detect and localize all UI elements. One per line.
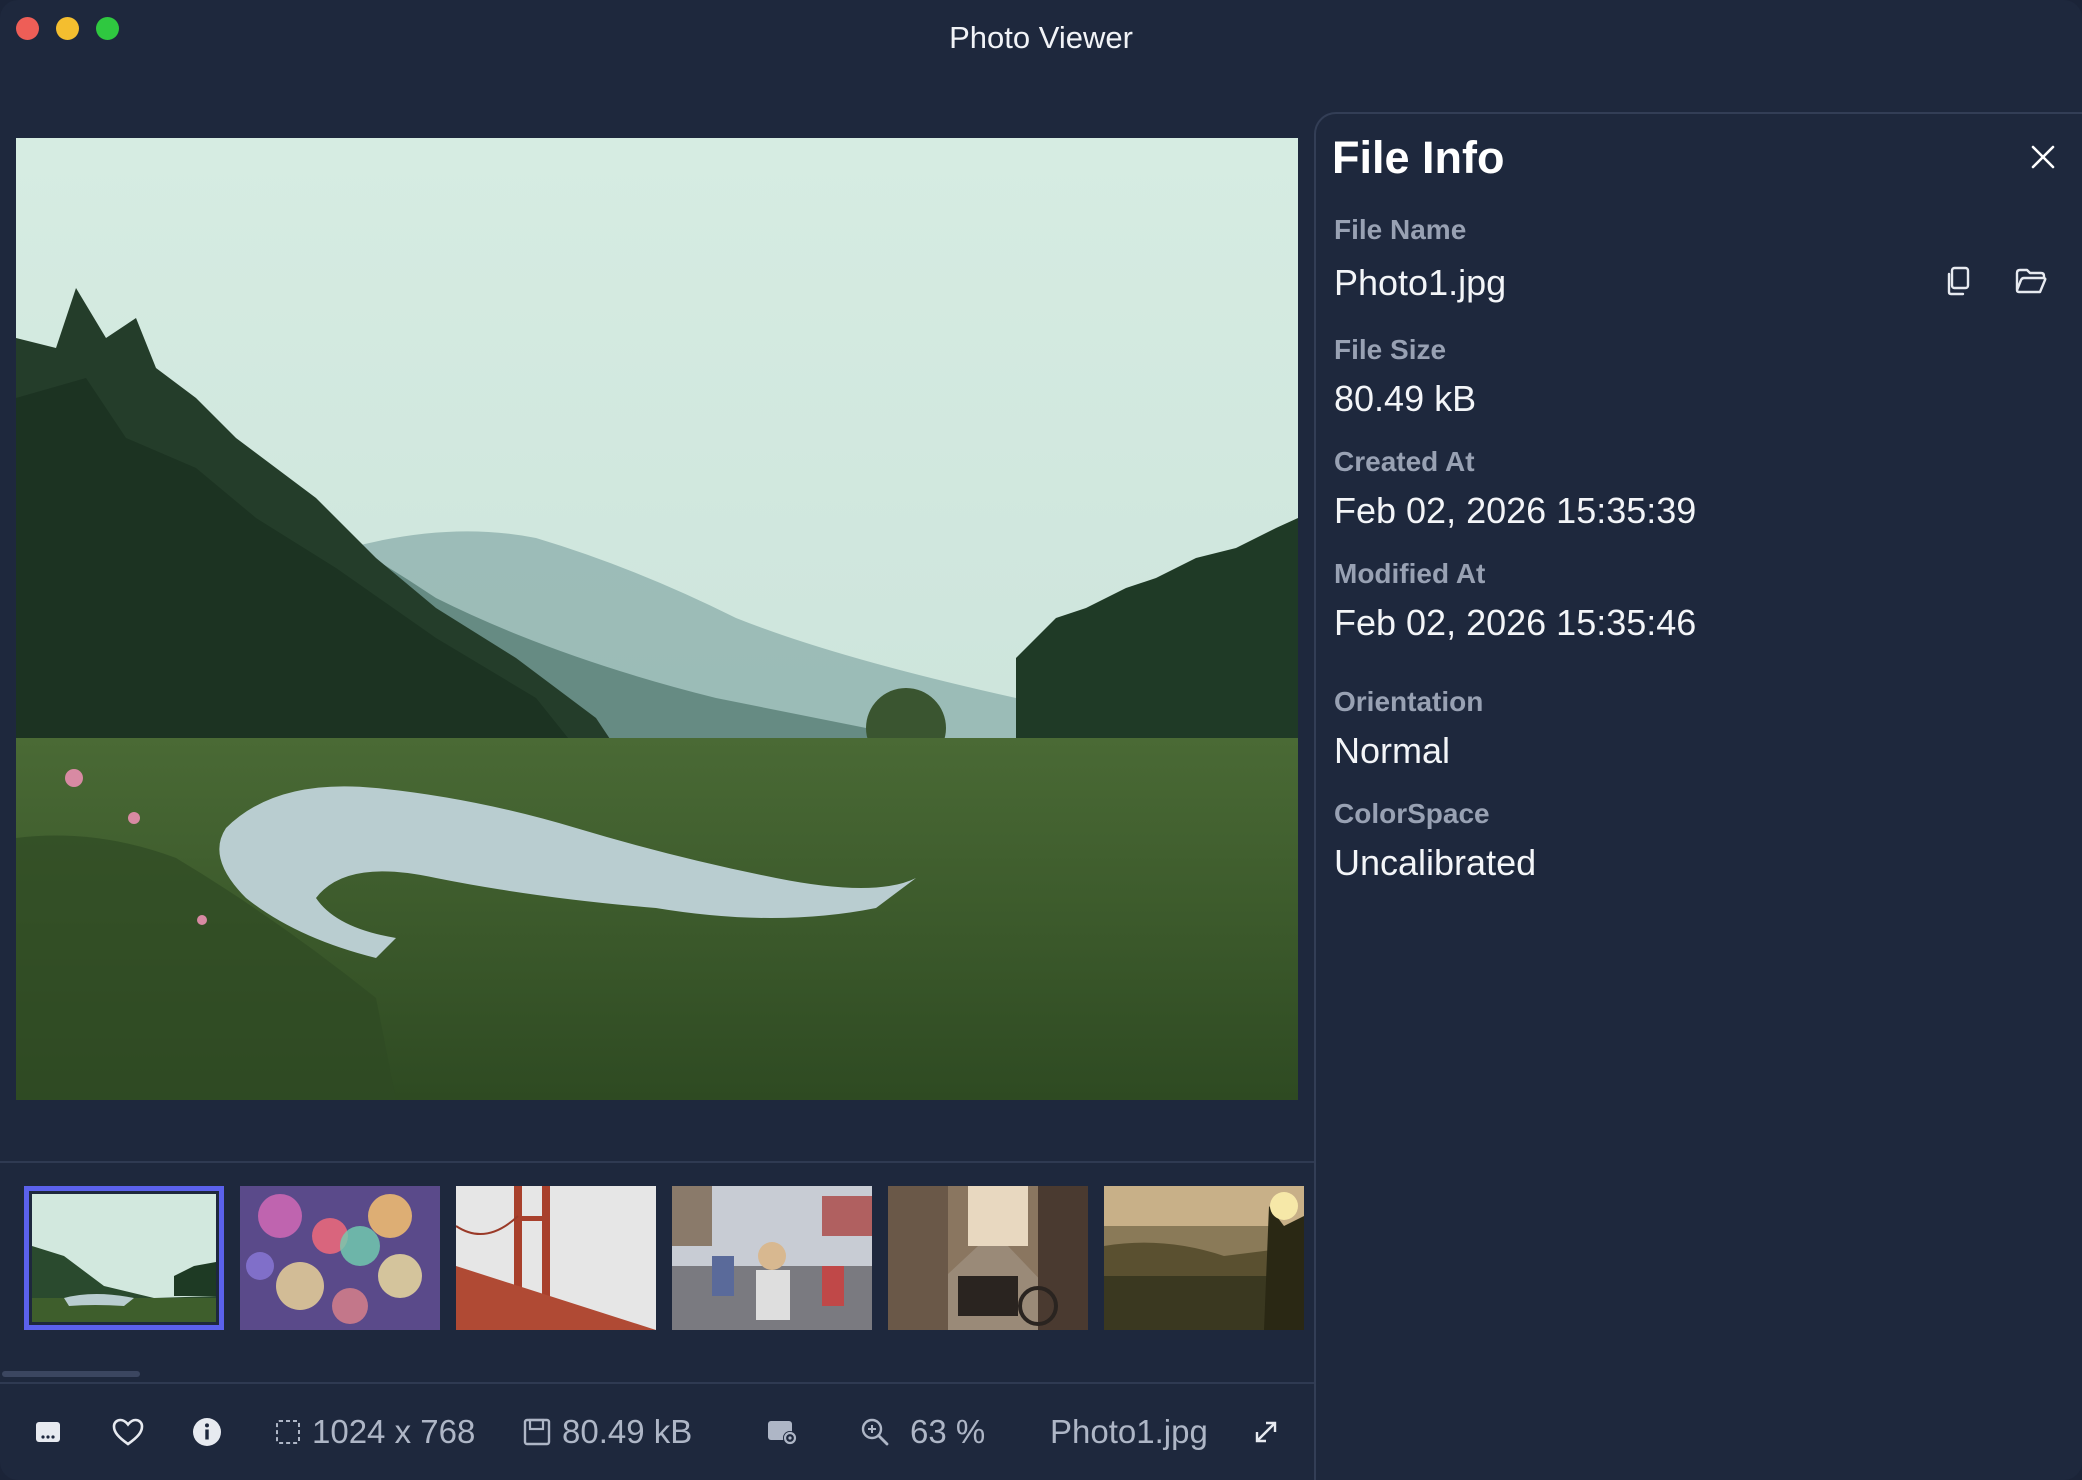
save-icon: [523, 1418, 551, 1446]
thumbnail-river-valley: [32, 1194, 216, 1322]
title-bar[interactable]: Photo Viewer: [0, 0, 2082, 82]
thumbnail-2[interactable]: [240, 1186, 440, 1330]
colorspace-label: ColorSpace: [1334, 798, 1490, 829]
orientation-label: Orientation: [1334, 686, 1484, 717]
thumbnail-3[interactable]: [456, 1186, 656, 1330]
favorite-button[interactable]: [112, 1412, 144, 1452]
thumbnail-1[interactable]: [24, 1186, 224, 1330]
panel-title: File Info: [1332, 132, 1505, 183]
created-at-label: Created At: [1334, 446, 1475, 477]
thumbnail-sunset-forest: [1104, 1186, 1304, 1330]
photo-viewer-window: Photo Viewer 1024 x 768 80.49 kB 63 % Ph…: [0, 0, 2082, 1480]
status-filename: Photo1.jpg: [1050, 1412, 1208, 1452]
modified-at-label: Modified At: [1334, 558, 1486, 589]
slideshow-button[interactable]: [34, 1412, 62, 1452]
status-bar: 1024 x 768 80.49 kB 63 % Photo1.jpg: [0, 1384, 1314, 1480]
copy-filename-icon[interactable]: [1942, 264, 1976, 298]
file-size-status: 80.49 kB: [522, 1412, 692, 1452]
filename-text: Photo1.jpg: [1050, 1413, 1208, 1450]
file-size-label: File Size: [1334, 334, 1447, 365]
file-size-text: 80.49 kB: [562, 1413, 693, 1450]
image-settings-icon: [768, 1421, 797, 1445]
strip-divider: [0, 1161, 1314, 1163]
info-button[interactable]: [192, 1412, 222, 1452]
fullscreen-button[interactable]: [1252, 1412, 1280, 1452]
thumbnail-street: [672, 1186, 872, 1330]
created-at-value: Feb 02, 2026 15:35:39: [1334, 490, 1697, 531]
crop-icon: [276, 1420, 300, 1444]
file-name-label: File Name: [1334, 214, 1467, 245]
thumbnail-5[interactable]: [888, 1186, 1088, 1330]
zoom-level[interactable]: 63 %: [860, 1412, 985, 1452]
window-title: Photo Viewer: [949, 20, 1133, 55]
dimensions-text: 1024 x 768: [312, 1413, 476, 1450]
heart-icon: [112, 1418, 144, 1446]
main-photo[interactable]: [16, 138, 1298, 1100]
folder-icon[interactable]: [2014, 264, 2048, 298]
close-icon[interactable]: [2028, 142, 2058, 172]
modified-at-value: Feb 02, 2026 15:35:46: [1334, 602, 1697, 643]
fullscreen-icon: [1255, 1421, 1277, 1443]
file-size-value: 80.49 kB: [1334, 378, 1477, 419]
landscape-photo: [16, 138, 1298, 1100]
thumbnail-old-street: [888, 1186, 1088, 1330]
thumbnail-bridge: [456, 1186, 656, 1330]
file-info-panel: File Info File Name Photo1.jpg File Size…: [1314, 112, 2082, 1480]
image-dimensions: 1024 x 768: [274, 1412, 475, 1452]
thumbnail-bokeh: [240, 1186, 440, 1330]
slideshow-icon: [36, 1422, 60, 1442]
zoom-icon: [861, 1418, 889, 1446]
image-settings-button[interactable]: [766, 1412, 798, 1452]
thumbnail-6[interactable]: [1104, 1186, 1304, 1330]
info-icon: [193, 1418, 221, 1446]
zoom-text: 63 %: [910, 1413, 986, 1450]
orientation-value: Normal: [1334, 730, 1451, 771]
file-name-value: Photo1.jpg: [1334, 262, 1507, 303]
thumbnail-4[interactable]: [672, 1186, 872, 1330]
colorspace-value: Uncalibrated: [1334, 842, 1537, 883]
thumbnail-scrollbar[interactable]: [2, 1371, 140, 1377]
